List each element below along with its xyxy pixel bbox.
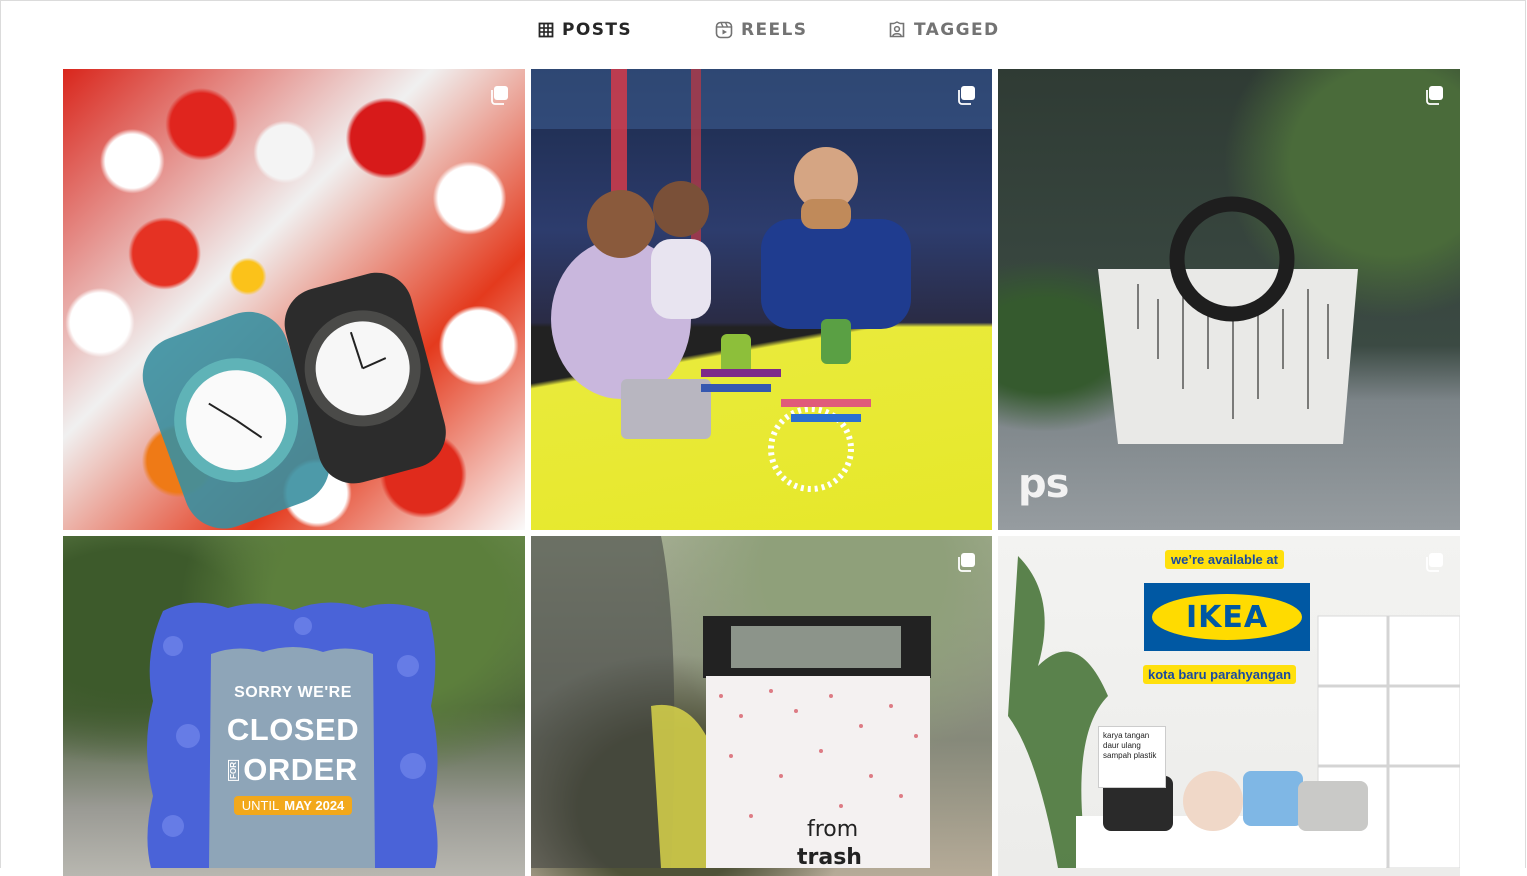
overlay-date: MAY 2024 [284,798,345,813]
available-at-pill: we’re available at [1165,550,1284,569]
product-sign: karya tangan daur ulang sampah plastik [1098,726,1166,788]
post-tile-6[interactable]: we’re available at IKEA kota baru parahy… [998,536,1460,876]
tab-tagged[interactable]: TAGGED [888,18,999,42]
post-tile-2[interactable] [531,69,992,530]
ikea-logo-text: IKEA [1185,599,1269,635]
post-tile-4[interactable]: SORRY WE'RE CLOSED FOR ORDER UNTIL MAY 2… [63,536,525,876]
location-pill: kota baru parahyangan [1143,665,1297,684]
watches-photo [142,272,446,529]
tab-posts-label: POSTS [562,20,632,40]
multi-post-icon [491,86,508,105]
tab-tagged-label: TAGGED [914,20,1000,40]
multi-post-icon [1426,86,1443,105]
multi-post-icon [1426,553,1443,572]
overlay-for: FOR [228,759,240,781]
tab-reels-label: REELS [741,20,808,40]
reels-icon [715,21,733,39]
tab-posts[interactable]: POSTS [538,18,632,42]
overlay-order: ORDER [243,752,358,787]
workshop-photo [531,69,992,492]
post-tile-5[interactable]: from trash [531,536,992,876]
ps-logo: ps [1018,461,1069,507]
ikea-logo: IKEA [1144,583,1310,651]
tagged-icon [889,21,905,38]
multi-post-icon [958,86,975,105]
profile-tabs: POSTS REELS TAGGED [0,0,1527,60]
post-tile-1[interactable] [63,69,525,530]
post-tile-3[interactable]: ps [998,69,1460,530]
trash-bin-photo [531,536,931,868]
overlay-from: from [807,817,859,842]
overlay-sorry: SORRY WE'RE [234,684,352,701]
overlay-until: UNTIL [241,798,280,813]
grid-icon [538,22,554,38]
multi-post-icon [958,553,975,572]
tab-reels[interactable]: REELS [715,18,807,42]
overlay-closed: CLOSED [226,712,360,747]
